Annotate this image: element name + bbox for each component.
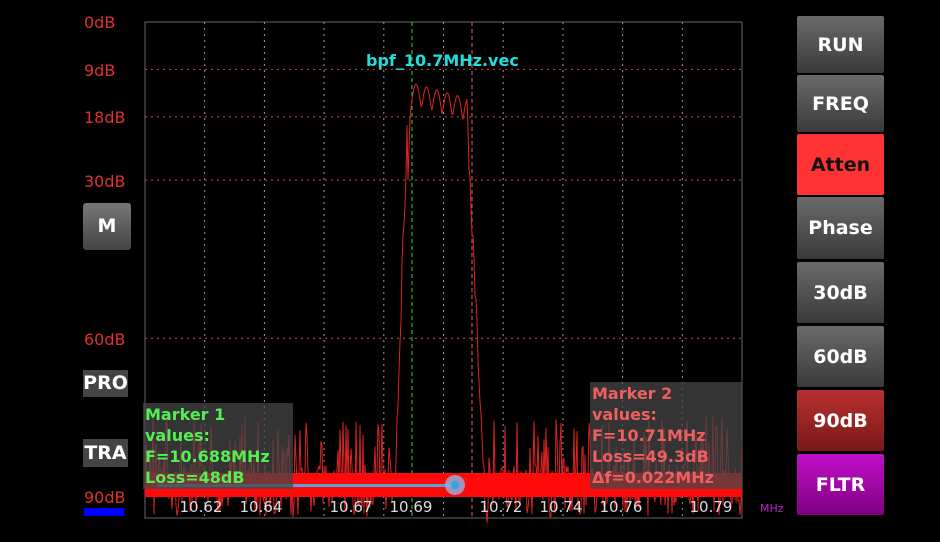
x-tick-label: 10.74 [539,498,583,516]
x-tick-label: 10.69 [389,498,433,516]
button-freq[interactable]: FREQ [797,75,884,132]
marker1-panel: Marker 1 values: F=10.688MHz Loss=48dB [143,403,293,489]
slider-thumb[interactable] [444,475,465,495]
tra-button[interactable]: TRA [83,439,128,467]
y-label-30: 30dB [84,172,126,191]
y-label-90: 90dB [84,488,126,507]
marker1-title: Marker 1 values: [145,405,226,445]
x-tick-label: 10.72 [479,498,523,516]
x-tick-label: 10.67 [329,498,373,516]
marker2-title: Marker 2 values: [592,384,673,424]
y-label-9: 9dB [84,61,116,80]
trace-title: bpf_10.7MHz.vec [366,51,519,70]
button-phase[interactable]: Phase [797,197,884,259]
y-label-60: 60dB [84,330,126,349]
pro-button[interactable]: PRO [83,370,128,397]
y-label-0: 0dB [84,13,116,32]
button-fltr[interactable]: FLTR [797,454,884,515]
x-unit-label: MHz [760,502,784,515]
x-tick-label: 10.64 [239,498,283,516]
marker1-freq: F=10.688MHz [145,447,270,466]
x-tick-label: 10.79 [689,498,733,516]
marker2-panel: Marker 2 values: F=10.71MHz Loss=49.3dB … [590,382,742,489]
button-30db[interactable]: 30dB [797,262,884,323]
blue-indicator [84,508,124,516]
button-60db[interactable]: 60dB [797,326,884,387]
x-tick-label: 10.62 [179,498,223,516]
marker2-loss: Loss=49.3dB [592,447,709,466]
m-button[interactable]: M [83,203,131,250]
x-tick-label: 10.76 [599,498,643,516]
marker2-freq: F=10.71MHz [592,426,706,445]
button-90db[interactable]: 90dB [797,390,884,451]
marker1-loss: Loss=48dB [145,468,245,487]
marker2-delta: Δf=0.022MHz [592,468,714,487]
button-run[interactable]: RUN [797,16,884,73]
button-atten[interactable]: Atten [797,134,884,195]
y-label-18: 18dB [84,108,126,127]
